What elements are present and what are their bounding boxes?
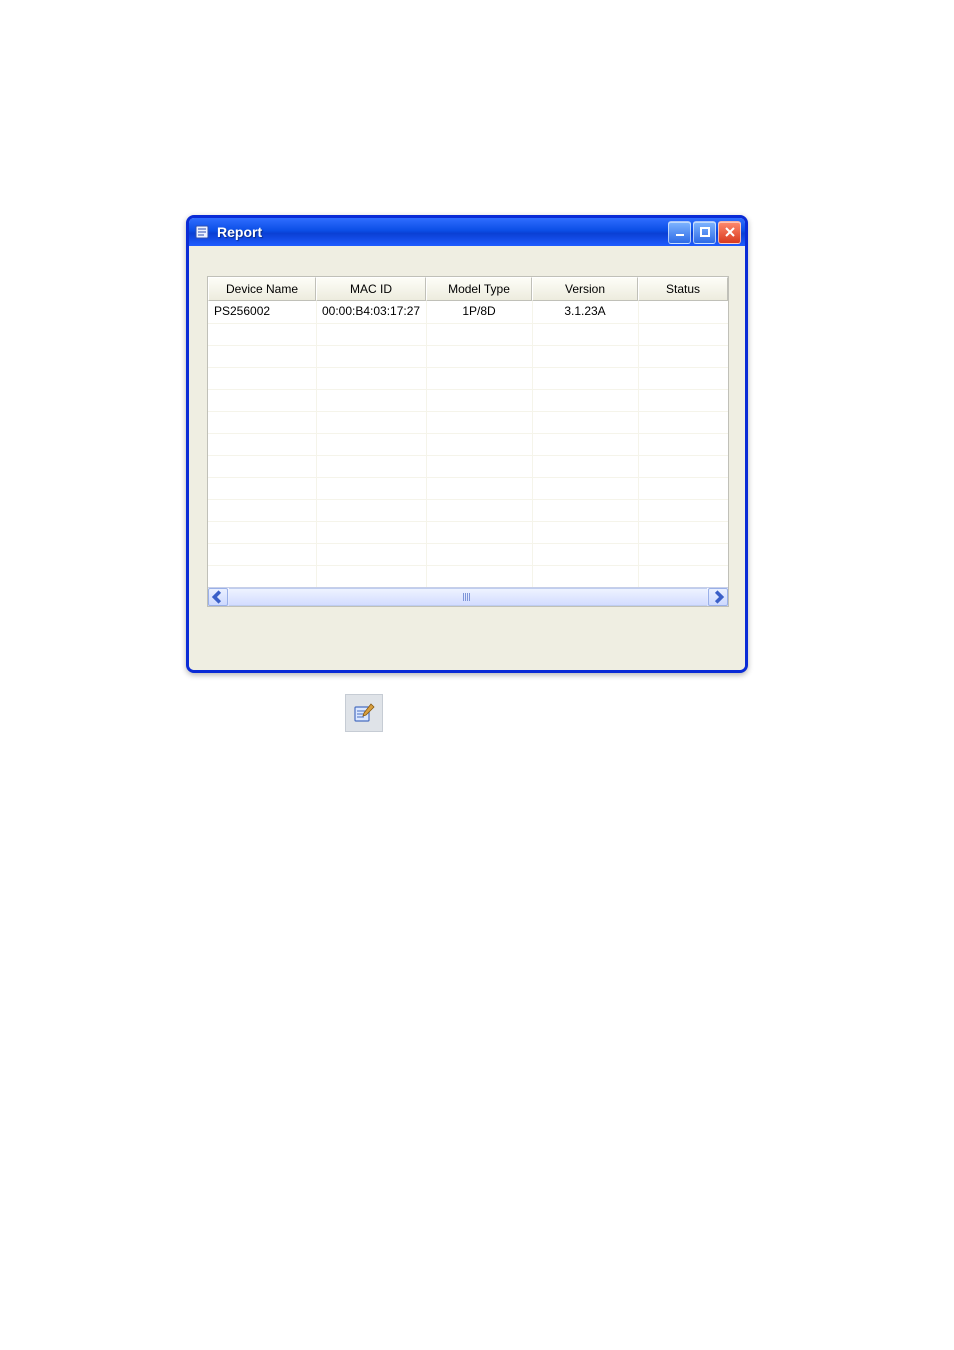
cell-mac-id: 00:00:B4:03:17:27 [316, 301, 426, 323]
titlebar[interactable]: Report [189, 218, 745, 246]
scroll-track[interactable] [229, 588, 707, 606]
maximize-button[interactable] [693, 221, 716, 244]
table-header: Device Name MAC ID Model Type Version St… [208, 277, 728, 301]
close-button[interactable] [718, 221, 741, 244]
report-table[interactable]: Device Name MAC ID Model Type Version St… [207, 276, 729, 607]
cell-device-name: PS256002 [208, 301, 316, 323]
col-version[interactable]: Version [532, 277, 638, 301]
window-title: Report [217, 224, 668, 240]
col-device-name[interactable]: Device Name [208, 277, 316, 301]
report-icon [345, 694, 383, 732]
col-model-type[interactable]: Model Type [426, 277, 532, 301]
table-body[interactable]: PS256002 00:00:B4:03:17:27 1P/8D 3.1.23A [208, 301, 728, 587]
scroll-thumb-grip-icon [463, 593, 473, 601]
col-status[interactable]: Status [638, 277, 728, 301]
cell-version: 3.1.23A [532, 301, 638, 323]
window-controls [668, 221, 741, 244]
scroll-left-button[interactable] [208, 588, 228, 606]
horizontal-scrollbar[interactable] [208, 587, 728, 606]
client-area: Device Name MAC ID Model Type Version St… [189, 246, 745, 670]
table-row[interactable]: PS256002 00:00:B4:03:17:27 1P/8D 3.1.23A [208, 301, 728, 323]
col-mac-id[interactable]: MAC ID [316, 277, 426, 301]
cell-status [638, 301, 728, 323]
report-window: Report Device Name [186, 215, 748, 673]
cell-model-type: 1P/8D [426, 301, 532, 323]
minimize-button[interactable] [668, 221, 691, 244]
app-icon [195, 224, 211, 240]
scroll-right-button[interactable] [708, 588, 728, 606]
